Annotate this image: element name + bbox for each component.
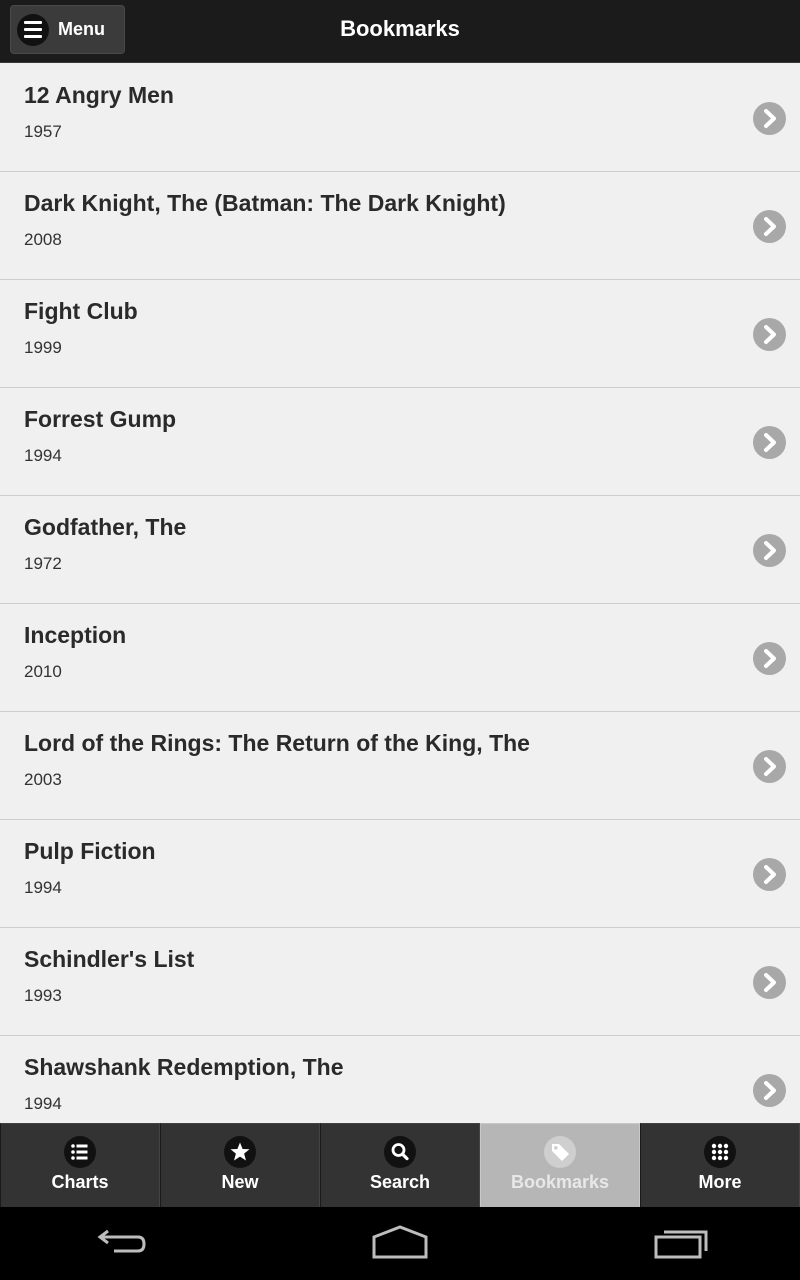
- page-title: Bookmarks: [340, 16, 460, 41]
- item-year: 1994: [24, 1094, 62, 1113]
- grid-icon: [704, 1136, 736, 1168]
- item-year: 1994: [24, 878, 62, 897]
- tab-charts[interactable]: Charts: [0, 1123, 160, 1207]
- tab-label: New: [221, 1172, 259, 1192]
- item-title: Lord of the Rings: The Return of the Kin…: [24, 730, 530, 756]
- tab-label: Charts: [51, 1172, 109, 1192]
- chevron-right-icon[interactable]: [753, 318, 786, 351]
- item-year: 2010: [24, 662, 62, 681]
- app-screen: Menu Bookmarks 12 Angry Men 1957 Dark Kn…: [0, 0, 800, 1207]
- tab-label: Search: [369, 1172, 431, 1192]
- list-item[interactable]: Godfather, The 1972: [0, 496, 800, 604]
- tab-label: More: [698, 1172, 742, 1192]
- bookmark-list[interactable]: 12 Angry Men 1957 Dark Knight, The (Batm…: [0, 64, 800, 1123]
- list-item[interactable]: Inception 2010: [0, 604, 800, 712]
- chevron-right-icon[interactable]: [753, 966, 786, 999]
- system-navigation-bar: [0, 1207, 800, 1280]
- tab-bookmarks[interactable]: Bookmarks: [480, 1123, 640, 1207]
- header-bar: Menu Bookmarks: [0, 0, 800, 63]
- item-year: 1999: [24, 338, 62, 357]
- item-year: 1972: [24, 554, 62, 573]
- search-icon: [384, 1136, 416, 1168]
- item-year: 1957: [24, 122, 62, 141]
- item-title: Forrest Gump: [24, 406, 177, 432]
- tab-search[interactable]: Search: [320, 1123, 480, 1207]
- item-title: Dark Knight, The (Batman: The Dark Knigh…: [24, 190, 506, 216]
- bottom-tab-bar: Charts New Search Bookmarks More: [0, 1123, 800, 1207]
- chevron-right-icon[interactable]: [753, 642, 786, 675]
- chevron-right-icon[interactable]: [753, 534, 786, 567]
- home-icon[interactable]: [370, 1225, 430, 1266]
- tag-icon: [544, 1136, 576, 1168]
- list-item[interactable]: 12 Angry Men 1957: [0, 64, 800, 172]
- tab-label: Bookmarks: [510, 1172, 610, 1192]
- list-item[interactable]: Forrest Gump 1994: [0, 388, 800, 496]
- chevron-right-icon[interactable]: [753, 102, 786, 135]
- item-year: 1994: [24, 446, 62, 465]
- item-title: Shawshank Redemption, The: [24, 1054, 344, 1080]
- chevron-right-icon[interactable]: [753, 426, 786, 459]
- item-year: 2003: [24, 770, 62, 789]
- list-icon: [64, 1136, 96, 1168]
- back-icon[interactable]: [92, 1225, 148, 1266]
- chevron-right-icon[interactable]: [753, 1074, 786, 1107]
- item-title: 12 Angry Men: [24, 82, 174, 108]
- chevron-right-icon[interactable]: [753, 858, 786, 891]
- item-title: Schindler's List: [24, 946, 195, 972]
- item-title: Pulp Fiction: [24, 838, 156, 864]
- item-title: Godfather, The: [24, 514, 187, 540]
- item-title: Inception: [24, 622, 127, 648]
- list-item[interactable]: Shawshank Redemption, The 1994: [0, 1036, 800, 1123]
- list-item[interactable]: Dark Knight, The (Batman: The Dark Knigh…: [0, 172, 800, 280]
- tab-more[interactable]: More: [640, 1123, 800, 1207]
- item-title: Fight Club: [24, 298, 138, 324]
- list-item[interactable]: Schindler's List 1993: [0, 928, 800, 1036]
- chevron-right-icon[interactable]: [753, 750, 786, 783]
- item-year: 1993: [24, 986, 62, 1005]
- list-item[interactable]: Fight Club 1999: [0, 280, 800, 388]
- item-year: 2008: [24, 230, 62, 249]
- recent-apps-icon[interactable]: [652, 1225, 712, 1266]
- list-item[interactable]: Lord of the Rings: The Return of the Kin…: [0, 712, 800, 820]
- chevron-right-icon[interactable]: [753, 210, 786, 243]
- list-item[interactable]: Pulp Fiction 1994: [0, 820, 800, 928]
- tab-new[interactable]: New: [160, 1123, 320, 1207]
- star-icon: [224, 1136, 256, 1168]
